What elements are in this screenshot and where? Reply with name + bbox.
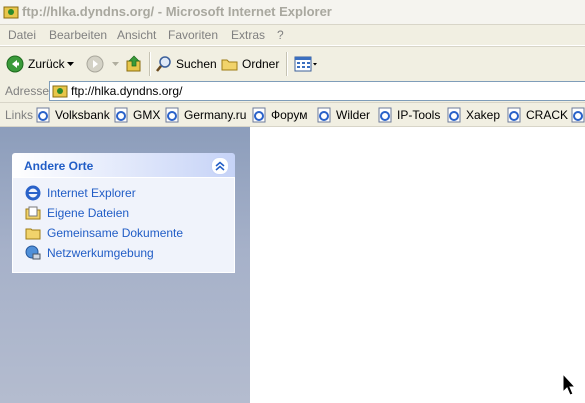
link-label: Форум — [271, 108, 308, 122]
link-label: Wilder — [336, 108, 371, 122]
other-places-panel: Andere Orte Internet Explorer Eigene Dat… — [12, 153, 235, 273]
place-gemeinsame-dokumente[interactable]: Gemeinsame Dokumente — [25, 224, 183, 242]
back-dropdown[interactable] — [67, 53, 74, 75]
link-label: Germany.ru — [184, 108, 247, 122]
place-label: Internet Explorer — [47, 186, 136, 200]
mouse-pointer-icon — [562, 373, 577, 396]
menu-ansicht[interactable]: Ansicht — [117, 28, 156, 42]
back-label: Zurück — [28, 57, 65, 71]
place-label: Gemeinsame Dokumente — [47, 226, 184, 240]
link-wilder[interactable]: Wilder — [316, 106, 370, 124]
menu-extras[interactable]: Extras — [231, 28, 265, 42]
internet-explorer-icon — [25, 185, 41, 201]
dropdown-arrow-icon — [112, 62, 119, 66]
window-title: ftp://hlka.dyndns.org/ - Microsoft Inter… — [22, 4, 332, 19]
menu-help[interactable]: ? — [277, 28, 284, 42]
link-label: GMX — [133, 108, 161, 122]
menu-favoriten[interactable]: Favoriten — [168, 28, 218, 42]
search-button[interactable]: Suchen — [155, 53, 217, 75]
ie-page-icon — [507, 107, 521, 123]
link-crack[interactable]: CRACK — [506, 106, 568, 124]
link-xakep[interactable]: Xakep — [446, 106, 500, 124]
link-ip-tools[interactable]: IP-Tools — [377, 106, 440, 124]
link-gmx[interactable]: GMX — [113, 106, 160, 124]
back-button[interactable]: Zurück — [6, 53, 65, 75]
back-arrow-icon — [6, 55, 24, 73]
forward-arrow-icon — [86, 55, 104, 73]
place-eigene-dateien[interactable]: Eigene Dateien — [25, 204, 129, 222]
link-overflow[interactable] — [570, 106, 585, 124]
folders-label: Ordner — [242, 57, 280, 71]
folders-button[interactable]: Ordner — [221, 53, 279, 75]
links-label: Links — [5, 108, 34, 122]
ftp-folder-icon — [52, 85, 68, 98]
views-button[interactable] — [294, 53, 318, 75]
folder-icon — [221, 59, 238, 71]
link-forum[interactable]: Форум — [251, 106, 307, 124]
collapse-chevron-icon[interactable] — [211, 157, 229, 175]
link-label: CRACK — [526, 108, 569, 122]
ie-page-icon — [378, 107, 392, 123]
search-icon — [156, 56, 171, 72]
ie-page-icon — [36, 107, 50, 123]
address-url: ftp://hlka.dyndns.org/ — [71, 84, 183, 98]
title-bar: ftp://hlka.dyndns.org/ - Microsoft Inter… — [0, 0, 585, 25]
search-label: Suchen — [176, 57, 217, 71]
views-icon — [294, 56, 317, 72]
my-documents-icon — [25, 206, 41, 220]
up-folder-button[interactable] — [125, 53, 143, 75]
menu-bearbeiten[interactable]: Bearbeiten — [49, 28, 107, 42]
folder-up-icon — [126, 55, 141, 72]
other-places-list: Internet Explorer Eigene Dateien Gemeins… — [12, 177, 235, 273]
links-bar: Links Volksbank GMX Germany.ru Форум Wil… — [0, 103, 585, 127]
ftp-folder-icon — [3, 6, 19, 19]
menu-bar: Datei Bearbeiten Ansicht Favoriten Extra… — [0, 25, 585, 46]
link-volksbank[interactable]: Volksbank — [35, 106, 110, 124]
place-netzwerkumgebung[interactable]: Netzwerkumgebung — [25, 244, 154, 262]
forward-button[interactable] — [86, 53, 104, 75]
toolbar-separator — [286, 52, 288, 76]
address-bar: Adresse ftp://hlka.dyndns.org/ — [0, 80, 585, 103]
link-label: Xakep — [466, 108, 501, 122]
link-label: Volksbank — [55, 108, 110, 122]
shared-folder-icon — [25, 228, 41, 240]
ie-page-icon — [447, 107, 461, 123]
link-germany-ru[interactable]: Germany.ru — [164, 106, 246, 124]
dropdown-arrow-icon — [67, 62, 74, 66]
ie-page-icon — [317, 107, 331, 123]
address-input[interactable]: ftp://hlka.dyndns.org/ — [49, 81, 585, 101]
forward-dropdown[interactable] — [112, 53, 119, 75]
ie-page-icon — [571, 107, 585, 123]
address-label: Adresse — [5, 84, 50, 98]
menu-datei[interactable]: Datei — [8, 28, 36, 42]
folder-content-area[interactable] — [250, 127, 585, 403]
place-label: Eigene Dateien — [47, 206, 130, 220]
ie-page-icon — [252, 107, 266, 123]
place-internet-explorer[interactable]: Internet Explorer — [25, 184, 136, 202]
ie-page-icon — [114, 107, 128, 123]
ie-page-icon — [165, 107, 179, 123]
network-places-icon — [25, 245, 41, 260]
toolbar-separator — [149, 52, 151, 76]
standard-toolbar: Zurück Suchen Ordner — [0, 46, 585, 81]
place-label: Netzwerkumgebung — [47, 246, 154, 260]
other-places-title: Andere Orte — [24, 159, 94, 173]
link-label: IP-Tools — [397, 108, 441, 122]
other-places-header[interactable]: Andere Orte — [12, 153, 235, 177]
